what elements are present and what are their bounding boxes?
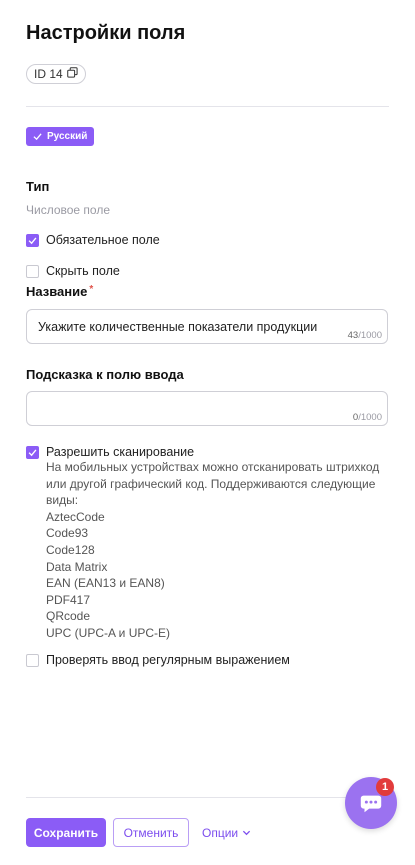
options-label: Опции [202, 825, 239, 840]
name-input-value: Укажите количественные показатели продук… [38, 320, 318, 334]
cancel-button[interactable]: Отменить [113, 818, 189, 847]
hidden-checkbox-row[interactable]: Скрыть поле [26, 264, 120, 278]
scanning-description: На мобильных устройствах можно отсканиро… [46, 459, 386, 642]
hidden-label: Скрыть поле [46, 264, 120, 278]
header-divider [26, 106, 389, 107]
regex-checkbox-row[interactable]: Проверять ввод регулярным выражением [26, 653, 290, 667]
scanning-checkbox-row[interactable]: Разрешить сканирование [26, 445, 386, 459]
required-mark: * [89, 284, 94, 295]
format-item: QRcode [46, 609, 91, 624]
name-input[interactable]: Укажите количественные показатели продук… [26, 309, 388, 344]
name-field-label: Название * [26, 284, 93, 299]
format-item: EAN (EAN13 и EAN8) [46, 576, 165, 591]
name-label-text: Название [26, 284, 88, 299]
scanning-description-text: На мобильных устройствах можно отсканиро… [46, 460, 380, 508]
language-label: Русский [47, 131, 88, 142]
check-icon [33, 133, 42, 141]
format-item: UPC (UPC-A и UPC-E) [46, 625, 171, 640]
chevron-down-icon [243, 830, 251, 836]
regex-label: Проверять ввод регулярным выражением [46, 653, 290, 667]
type-value: Числовое поле [26, 203, 111, 217]
language-badge[interactable]: Русский [26, 127, 95, 146]
format-item: PDF417 [46, 592, 91, 607]
required-label: Обязательное поле [46, 233, 160, 247]
scanning-option: Разрешить сканирование На мобильных устр… [26, 445, 386, 642]
options-dropdown[interactable]: Опции [202, 818, 251, 847]
save-button[interactable]: Сохранить [26, 818, 106, 847]
format-item: Code128 [46, 542, 95, 557]
format-item: Code93 [46, 526, 89, 541]
required-checkbox-row[interactable]: Обязательное поле [26, 233, 160, 247]
format-item: Data Matrix [46, 559, 108, 574]
scanning-checkbox[interactable] [26, 445, 39, 459]
hint-input[interactable]: 0/1000 [26, 391, 388, 426]
scanning-label: Разрешить сканирование [46, 445, 195, 459]
check-icon [28, 449, 37, 456]
id-label: ID 14 [34, 67, 63, 81]
type-label: Тип [26, 179, 50, 194]
check-icon [28, 237, 37, 244]
required-checkbox[interactable] [26, 233, 39, 247]
page-title: Настройки поля [26, 22, 186, 44]
footer-divider [26, 797, 389, 798]
format-item: AztecCode [46, 509, 105, 524]
hint-char-counter: 0/1000 [352, 412, 382, 423]
regex-checkbox[interactable] [26, 653, 39, 667]
name-char-counter: 43/1000 [347, 330, 382, 341]
hint-field-label: Подсказка к полю ввода [26, 367, 184, 382]
id-chip[interactable]: ID 14 [26, 64, 86, 84]
copy-icon[interactable] [66, 67, 78, 81]
hidden-checkbox[interactable] [26, 264, 39, 278]
chat-notification-badge: 1 [376, 778, 394, 796]
